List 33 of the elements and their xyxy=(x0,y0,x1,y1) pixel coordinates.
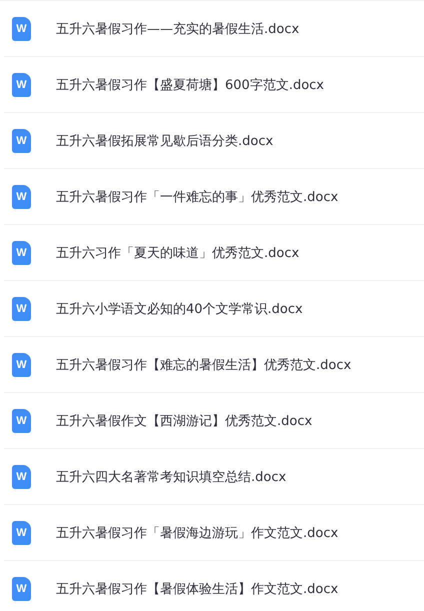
file-name: 五升六习作「夏天的味道」优秀范文.docx xyxy=(56,244,300,262)
file-row[interactable]: W 五升六暑假习作——充实的暑假生活.docx xyxy=(4,1,424,57)
file-name: 五升六暑假习作【难忘的暑假生活】优秀范文.docx xyxy=(56,356,352,374)
file-row[interactable]: W 五升六暑假拓展常见歇后语分类.docx xyxy=(4,113,424,169)
word-document-icon: W xyxy=(12,352,31,376)
word-document-icon: W xyxy=(12,296,31,320)
word-document-icon: W xyxy=(12,128,31,152)
file-name: 五升六暑假习作——充实的暑假生活.docx xyxy=(56,20,300,38)
file-row[interactable]: W 五升六小学语文必知的40个文学常识.docx xyxy=(4,281,424,337)
file-row[interactable]: W 五升六暑假习作【难忘的暑假生活】优秀范文.docx xyxy=(4,337,424,393)
file-name: 五升六暑假拓展常见歇后语分类.docx xyxy=(56,132,274,150)
word-document-icon: W xyxy=(12,576,31,600)
file-row[interactable]: W 五升六暑假作文【西湖游记】优秀范文.docx xyxy=(4,393,424,449)
word-document-icon: W xyxy=(12,16,31,40)
word-document-icon: W xyxy=(12,72,31,96)
word-document-icon: W xyxy=(12,408,31,432)
file-name: 五升六四大名著常考知识填空总结.docx xyxy=(56,468,286,486)
file-name: 五升六暑假习作【盛夏荷塘】600字范文.docx xyxy=(56,76,324,94)
file-name: 五升六暑假作文【西湖游记】优秀范文.docx xyxy=(56,412,312,430)
file-name: 五升六暑假习作「一件难忘的事」优秀范文.docx xyxy=(56,188,338,206)
word-document-icon: W xyxy=(12,240,31,264)
file-row[interactable]: W 五升六暑假习作【盛夏荷塘】600字范文.docx xyxy=(4,57,424,113)
word-document-icon: W xyxy=(12,520,31,544)
file-row[interactable]: W 五升六暑假习作【暑假体验生活】作文范文.docx xyxy=(4,561,424,611)
file-row[interactable]: W 五升六暑假习作「一件难忘的事」优秀范文.docx xyxy=(4,169,424,225)
file-row[interactable]: W 五升六习作「夏天的味道」优秀范文.docx xyxy=(4,225,424,281)
file-name: 五升六暑假习作「暑假海边游玩」作文范文.docx xyxy=(56,524,338,542)
word-document-icon: W xyxy=(12,184,31,208)
file-row[interactable]: W 五升六暑假习作「暑假海边游玩」作文范文.docx xyxy=(4,505,424,561)
file-name: 五升六小学语文必知的40个文学常识.docx xyxy=(56,300,303,318)
file-row[interactable]: W 五升六四大名著常考知识填空总结.docx xyxy=(4,449,424,505)
file-name: 五升六暑假习作【暑假体验生活】作文范文.docx xyxy=(56,580,338,598)
word-document-icon: W xyxy=(12,464,31,488)
